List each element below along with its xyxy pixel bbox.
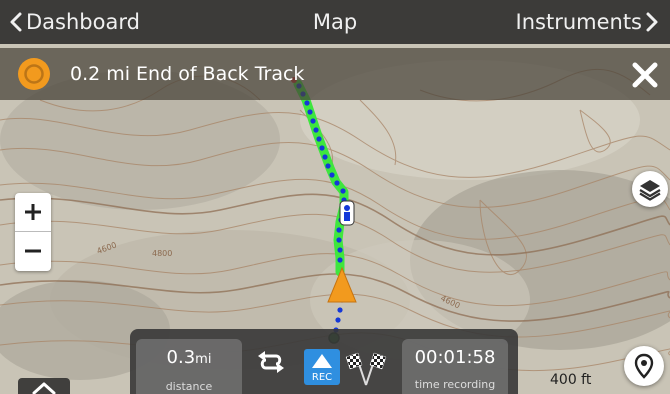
- back-label: Dashboard: [26, 10, 140, 34]
- close-icon[interactable]: [628, 58, 662, 92]
- distance-value: 0.3: [166, 347, 196, 368]
- target-ring-icon: [18, 58, 50, 90]
- reverse-icon[interactable]: [256, 347, 286, 377]
- chevron-left-icon: [10, 12, 22, 32]
- banner-distance: 0.2 mi: [70, 63, 131, 85]
- record-label: REC: [311, 372, 333, 383]
- distance-label: distance: [165, 380, 213, 393]
- map-screen: 4600 4800 4600 Map Dashboard Instruments…: [0, 0, 670, 394]
- instruments-button[interactable]: Instruments: [516, 8, 662, 36]
- location-button[interactable]: [624, 346, 664, 386]
- time-stat[interactable]: 00:01:58 time recording: [402, 339, 508, 394]
- instruments-label: Instruments: [515, 10, 642, 34]
- map-scale-bar: 400 ft: [520, 372, 620, 394]
- distance-stat[interactable]: 0.3mi distance: [136, 339, 242, 394]
- minus-icon: [25, 249, 41, 253]
- chevron-up-icon: [32, 382, 56, 394]
- distance-value-row: 0.3mi: [136, 347, 242, 371]
- banner-target: End of Back Track: [136, 63, 305, 85]
- zoom-out-button[interactable]: [15, 232, 51, 270]
- user-marker: [339, 200, 355, 226]
- record-button[interactable]: REC: [304, 349, 340, 385]
- location-pin-icon: [634, 353, 654, 379]
- layers-icon: [639, 180, 661, 201]
- banner-text: 0.2 mi End of Back Track: [70, 61, 310, 87]
- navigation-banner: 0.2 mi End of Back Track: [0, 48, 670, 100]
- checkered-flags-icon[interactable]: [344, 347, 388, 387]
- expand-panel-button[interactable]: [18, 378, 70, 394]
- distance-unit: mi: [195, 352, 212, 367]
- record-icon: [312, 354, 332, 368]
- layers-button[interactable]: [632, 171, 668, 207]
- back-to-dashboard-button[interactable]: Dashboard: [6, 8, 140, 36]
- top-nav-bar: Map Dashboard Instruments: [0, 0, 670, 44]
- time-value: 00:01:58: [414, 347, 496, 368]
- zoom-controls: [15, 193, 51, 271]
- recording-panel: 0.3mi distance REC 00:01:58 time recordi…: [130, 329, 518, 394]
- scale-label: 400 ft: [550, 372, 592, 388]
- contour-label: 4800: [152, 249, 172, 258]
- plus-icon: [25, 204, 41, 220]
- zoom-in-button[interactable]: [15, 193, 51, 232]
- chevron-right-icon: [646, 12, 658, 32]
- time-label: time recording: [414, 378, 496, 391]
